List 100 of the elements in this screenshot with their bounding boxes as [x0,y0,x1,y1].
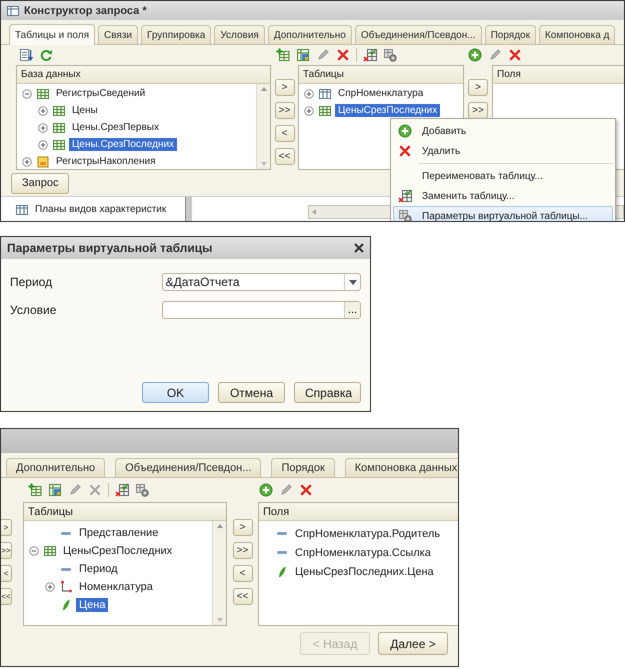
field-item[interactable]: СпрНоменклатура.Ссылка [295,546,431,558]
tree-item[interactable]: ЦеныСрезПоследних [335,104,440,117]
add-table-icon[interactable] [276,48,290,62]
move-button[interactable]: << [1,588,12,605]
menu-item[interactable]: Добавить [393,121,613,141]
splitter[interactable] [185,197,192,221]
menu-item[interactable]: Параметры виртуальной таблицы... [393,206,613,221]
tree-item[interactable]: РегистрыСведений [53,87,148,100]
replace-table-icon[interactable] [115,483,129,497]
tab[interactable]: Связи [98,25,138,44]
move-button[interactable]: >> [232,542,252,559]
list-arrow-icon[interactable] [19,48,33,62]
grid-icon [15,202,29,216]
delete-icon[interactable] [336,48,350,62]
vertical-scrollbar[interactable] [212,521,226,625]
delete-icon[interactable] [88,483,102,497]
tab[interactable]: Порядок [484,25,536,44]
scroll-up-icon[interactable] [216,524,222,528]
tree-item[interactable]: Цена [76,598,108,612]
add-icon[interactable] [468,48,482,62]
input-field[interactable]: ... [162,301,361,319]
tab[interactable]: Объединения/Псевдон... [115,458,262,477]
tab[interactable]: Таблицы и поля [9,24,95,45]
field-item[interactable]: СпрНоменклатура.Родитель [295,528,440,540]
register-icon [36,154,50,168]
close-icon[interactable] [354,243,364,253]
tree-item[interactable]: Цены.СрезПоследних [69,138,178,151]
delete-icon[interactable] [299,483,313,497]
expand-icon[interactable] [38,122,48,132]
delete-icon[interactable] [508,48,522,62]
tree-item[interactable]: СпрНоменклатура [335,87,426,100]
tree-item[interactable]: ЦеныСрезПоследних [60,544,176,558]
menu-item[interactable]: Удалить [393,141,613,161]
move-button[interactable]: > [468,79,488,96]
move-button[interactable]: < [232,565,252,582]
expand-icon[interactable] [22,156,32,166]
move-button[interactable]: > [232,519,252,536]
table-icon [52,120,66,134]
tree-item[interactable]: Представление [76,526,162,540]
add-table-icon[interactable] [28,483,42,497]
pencil-icon[interactable] [279,483,293,497]
delete-icon [398,144,412,158]
query-button[interactable]: Запрос [11,172,69,194]
pencil-icon[interactable] [316,48,330,62]
tree-item[interactable]: Номенклатура [76,580,156,594]
move-button[interactable]: > [274,79,294,96]
vertical-scrollbar[interactable] [256,84,270,169]
list-item[interactable]: Планы видов характеристик [35,204,166,215]
dialog-button[interactable]: Справка [294,382,361,403]
field-item[interactable]: ЦеныСрезПоследних.Цена [295,566,434,578]
menu-item[interactable]: Заменить таблицу... [393,186,613,206]
nav-button[interactable]: Далее > [378,632,448,655]
tab[interactable]: Компоновка д [538,25,616,44]
table-icon [43,544,57,558]
move-button[interactable]: > [1,519,12,536]
pencil-icon[interactable] [68,483,82,497]
move-button[interactable]: < [1,565,12,582]
move-button[interactable]: << [232,588,252,605]
add-icon[interactable] [259,483,273,497]
collapse-icon[interactable] [29,546,39,556]
nested-table-icon[interactable] [296,48,310,62]
nested-table-icon[interactable] [48,483,62,497]
dialog-button[interactable]: OK [142,382,209,403]
move-button[interactable]: << [274,148,294,165]
table-settings-icon[interactable] [383,48,397,62]
pane-header: Таблицы [28,506,73,518]
table-settings-icon[interactable] [135,483,149,497]
tree-item[interactable]: РегистрыНакопления [53,155,159,168]
replace-table-icon[interactable] [363,48,377,62]
field-label: Условие [10,303,58,317]
dropdown-arrow-icon[interactable] [348,280,356,284]
period-dropdown[interactable]: &ДатаОтчета [162,273,361,291]
tree-item[interactable]: Цены [69,104,101,117]
move-button[interactable]: < [274,125,294,142]
expand-icon[interactable] [38,140,48,150]
expand-icon[interactable] [38,106,48,116]
tree-item[interactable]: Период [76,562,121,576]
move-button[interactable]: >> [274,102,294,119]
tab[interactable]: Порядок [271,458,335,477]
expand-icon[interactable] [45,582,55,592]
tab[interactable]: Дополнительно [268,25,352,44]
refresh-icon[interactable] [39,48,53,62]
dialog-button[interactable]: Отмена [218,382,285,403]
tree-item[interactable]: Цены.СрезПервых [69,121,162,134]
ellipsis-button[interactable]: ... [344,302,360,318]
window-title: Конструктор запроса * [24,4,147,16]
expand-icon[interactable] [304,106,314,116]
tab[interactable]: Объединения/Псевдон... [354,25,482,44]
tab[interactable]: Компоновка данных [344,458,458,477]
expand-icon[interactable] [304,88,314,98]
tab[interactable]: Группировка [141,25,212,44]
move-button[interactable]: >> [1,542,12,559]
tab[interactable]: Дополнительно [6,458,106,477]
menu-item[interactable]: Переименовать таблицу... [393,166,613,186]
move-button[interactable]: >> [468,102,488,119]
pencil-icon[interactable] [488,48,502,62]
tab[interactable]: Условия [214,25,265,44]
scroll-up-icon[interactable] [260,87,266,91]
collapse-icon[interactable] [22,88,32,98]
link-icon [59,580,73,594]
